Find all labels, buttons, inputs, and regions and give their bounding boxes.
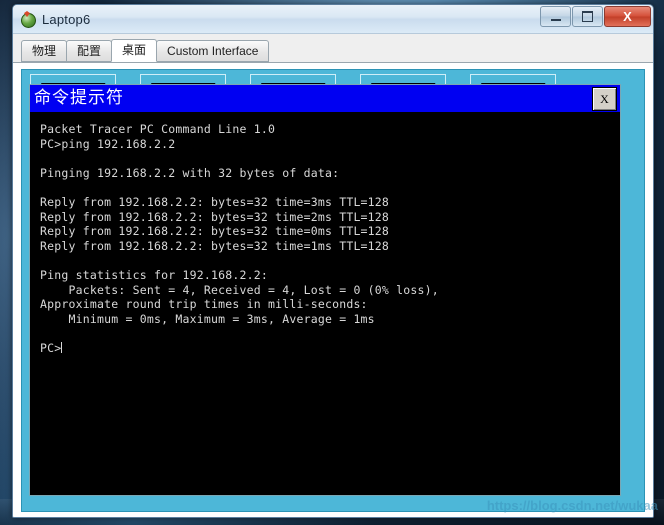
- command-prompt-body[interactable]: Packet Tracer PC Command Line 1.0 PC>pin…: [32, 114, 618, 493]
- tab-desktop[interactable]: 桌面: [111, 39, 158, 62]
- close-button[interactable]: X: [604, 6, 651, 27]
- packet-tracer-device-icon: [20, 11, 36, 28]
- terminal-text: Packet Tracer PC Command Line 1.0 PC>pin…: [40, 122, 439, 355]
- command-prompt-close-icon[interactable]: X: [592, 87, 617, 111]
- tab-bar: 物理 配置 桌面 Custom Interface: [13, 34, 653, 63]
- terminal-output: Packet Tracer PC Command Line 1.0 PC>pin…: [32, 114, 618, 356]
- tab-config[interactable]: 配置: [66, 40, 113, 62]
- maximize-button[interactable]: [572, 6, 603, 27]
- minimize-button[interactable]: [540, 6, 571, 27]
- tab-content-panel: 命令提示符 X Packet Tracer PC Command Line 1.…: [13, 63, 653, 517]
- window-title: Laptop6: [42, 11, 91, 27]
- text-cursor: [61, 341, 63, 353]
- command-prompt-title: 命令提示符: [34, 88, 124, 108]
- window-controls: X: [540, 6, 651, 27]
- command-prompt-title-bar[interactable]: 命令提示符 X: [30, 85, 620, 112]
- laptop-desktop-surface[interactable]: 命令提示符 X Packet Tracer PC Command Line 1.…: [21, 69, 645, 512]
- command-prompt-window: 命令提示符 X Packet Tracer PC Command Line 1.…: [29, 84, 621, 496]
- tab-physical[interactable]: 物理: [21, 40, 68, 62]
- window-title-bar[interactable]: Laptop6 X: [13, 5, 653, 34]
- laptop-properties-window: Laptop6 X 物理 配置 桌面 Custom Interface 命令提示…: [12, 4, 654, 518]
- tab-custom-interface[interactable]: Custom Interface: [156, 40, 270, 62]
